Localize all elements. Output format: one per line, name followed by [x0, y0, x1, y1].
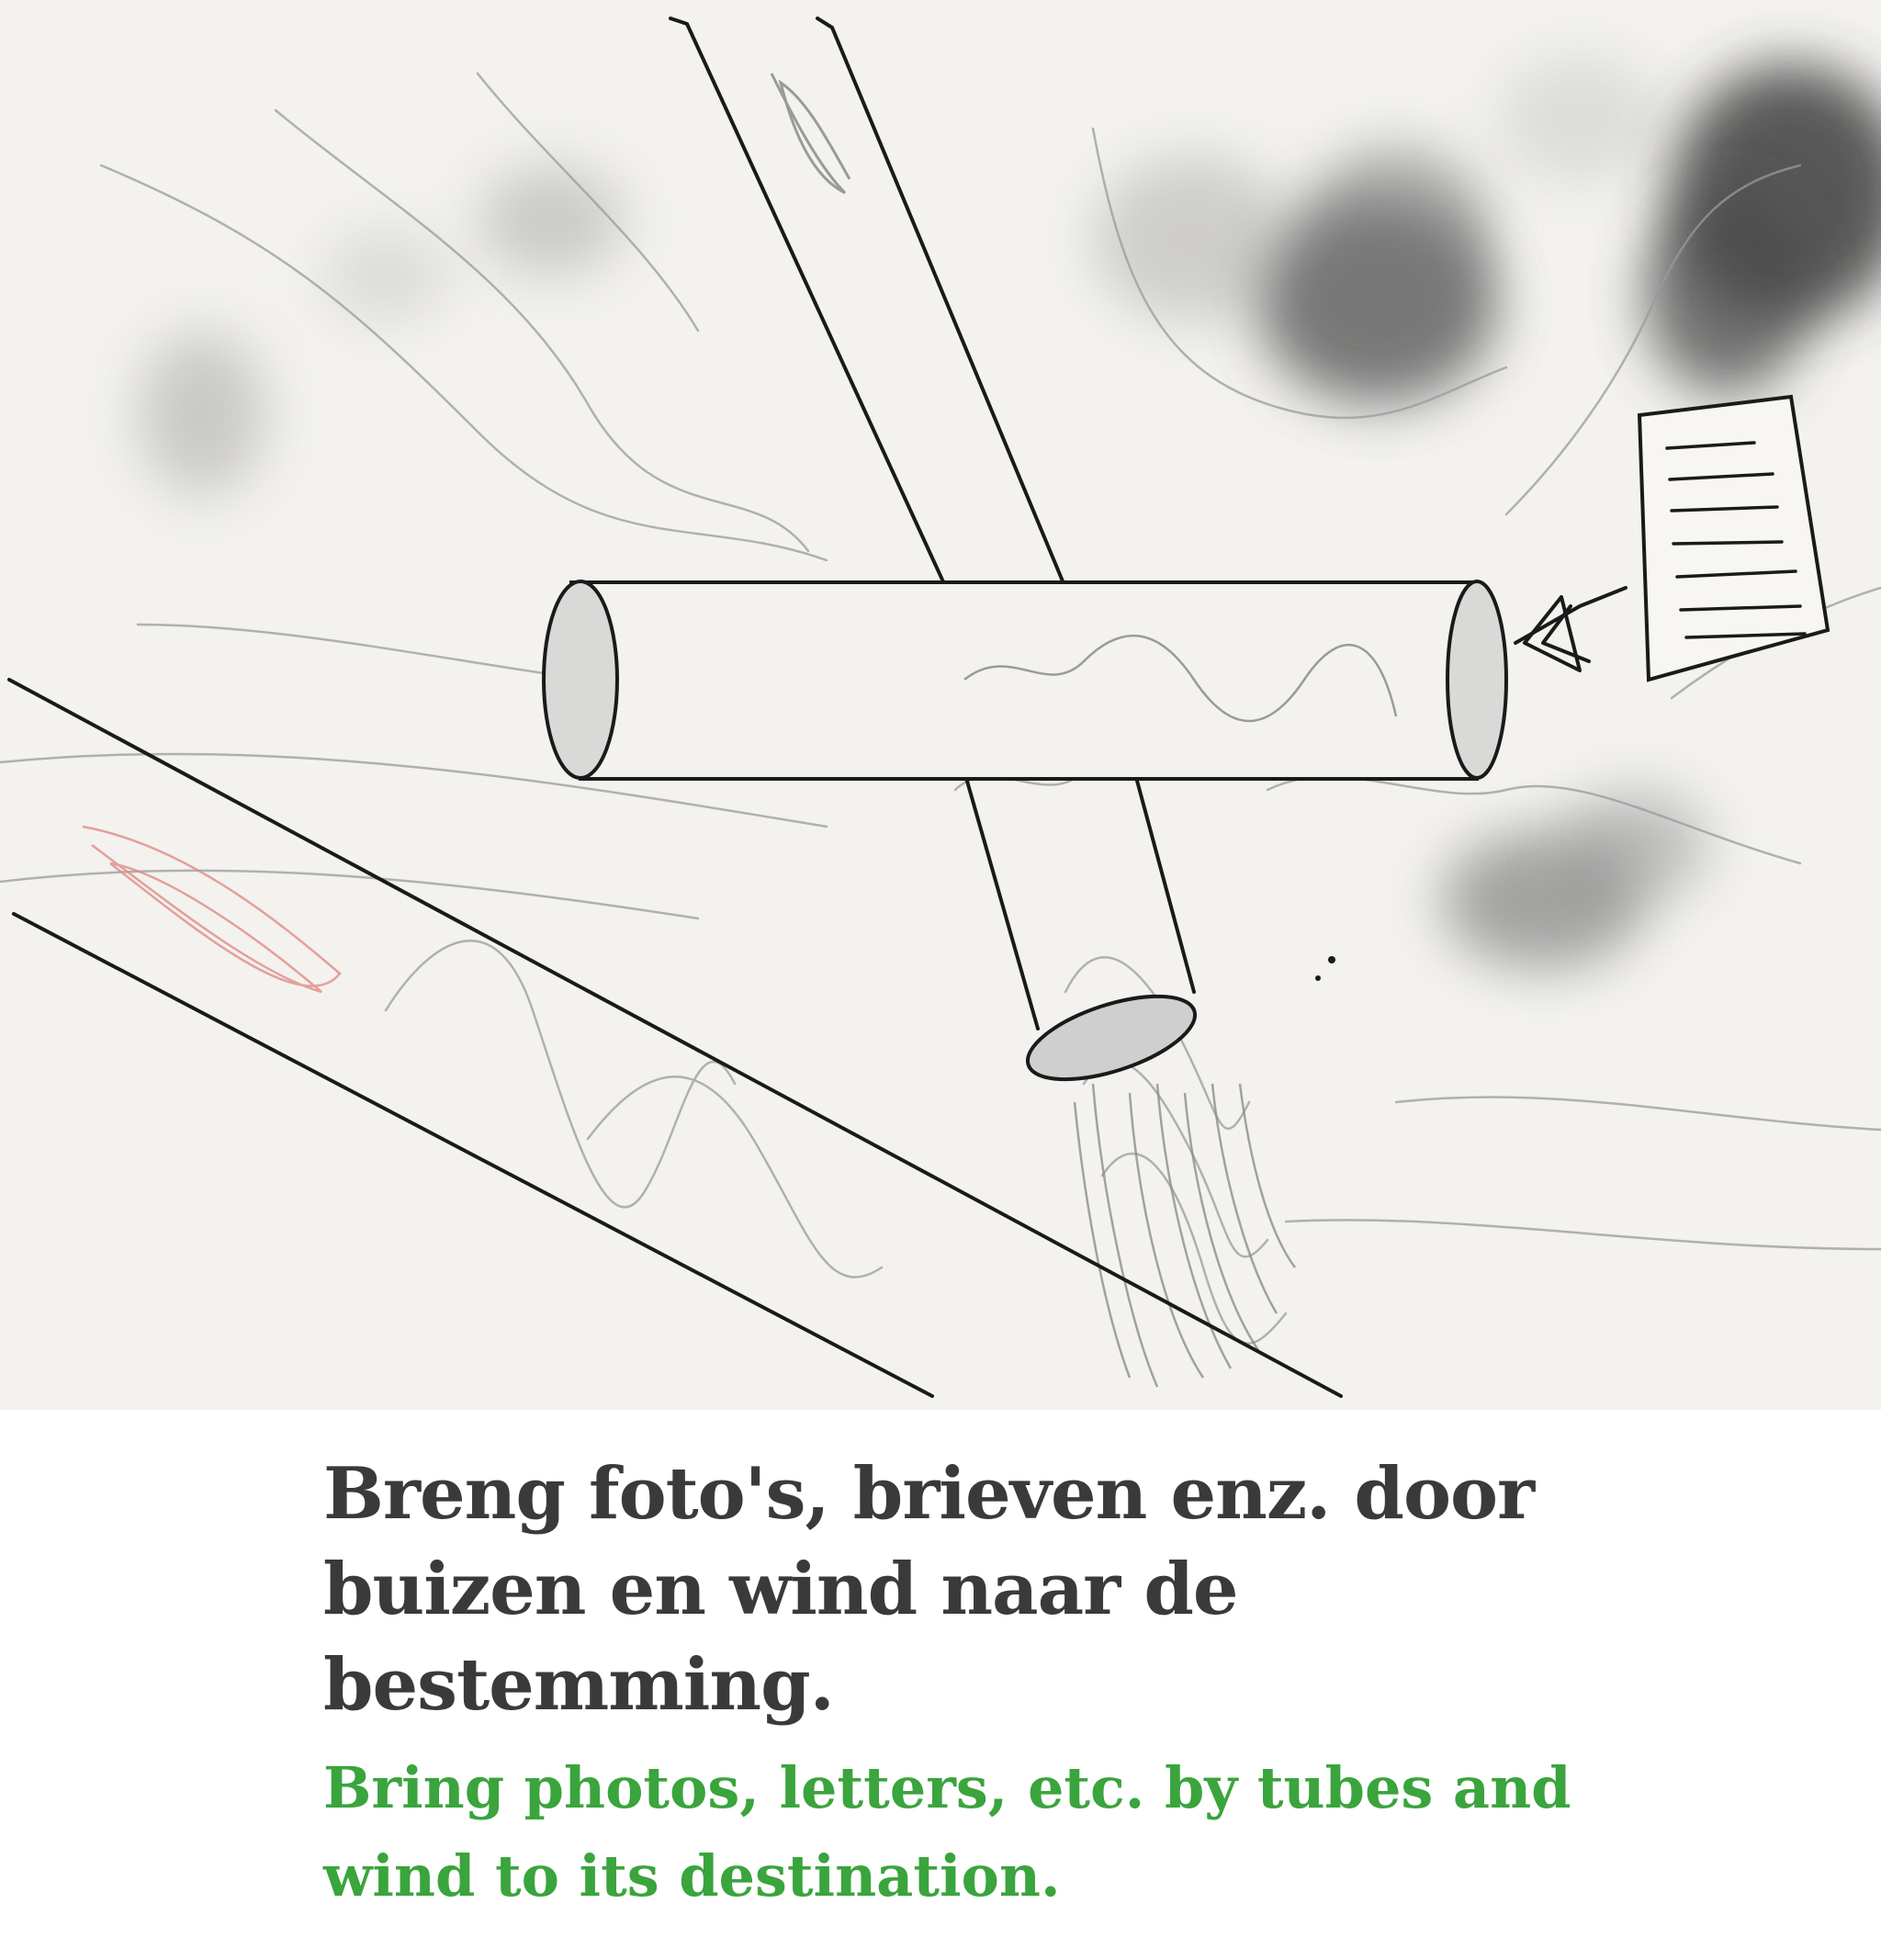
sketch-illustration — [0, 0, 1881, 1410]
page: Breng foto's, brieven enz. door buizen e… — [0, 0, 1881, 1960]
caption-english: Bring photos, letters, etc. by tubes and… — [323, 1754, 1571, 1909]
caption-block: Breng foto's, brieven enz. door buizen e… — [323, 1447, 1609, 1921]
letter-document — [1637, 394, 1830, 682]
caption-dutch: Breng foto's, brieven enz. door buizen e… — [323, 1452, 1535, 1727]
pneumatic-tube-horizontal — [542, 580, 1508, 781]
